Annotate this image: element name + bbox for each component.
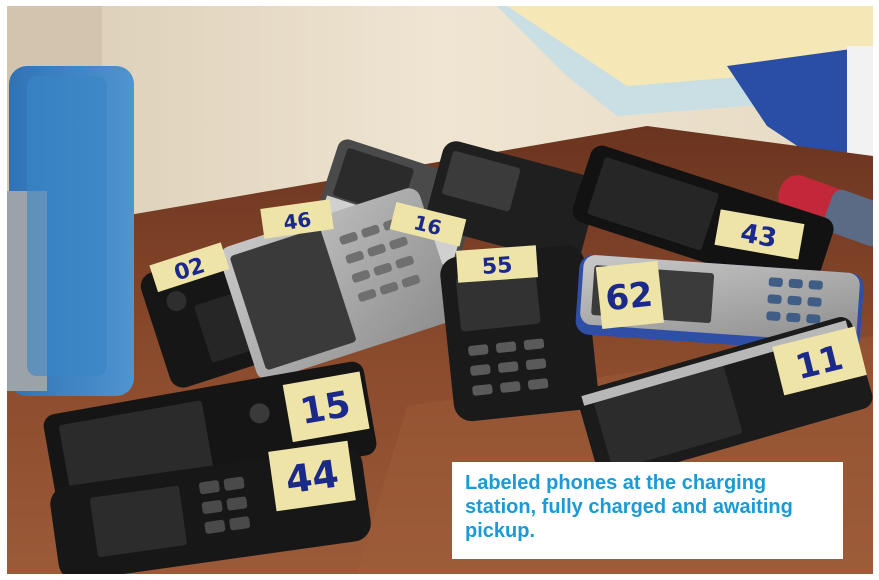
- label-44: 44: [283, 452, 341, 503]
- caption-text: Labeled phones at the charging station, …: [465, 472, 793, 542]
- caption-box: Labeled phones at the charging station, …: [452, 462, 843, 559]
- tape-label-55: 55: [455, 245, 539, 283]
- tape-label-44: 44: [268, 440, 356, 512]
- label-46: 46: [282, 207, 313, 235]
- blue-charger: [7, 66, 134, 396]
- label-43: 43: [738, 218, 779, 254]
- photo-frame: 02 46 16 55 43 62 11 15 44 Labeled phone…: [0, 0, 879, 580]
- label-62: 62: [603, 275, 654, 320]
- tape-label-62: 62: [595, 260, 664, 329]
- label-55: 55: [481, 253, 513, 280]
- label-15: 15: [297, 384, 353, 433]
